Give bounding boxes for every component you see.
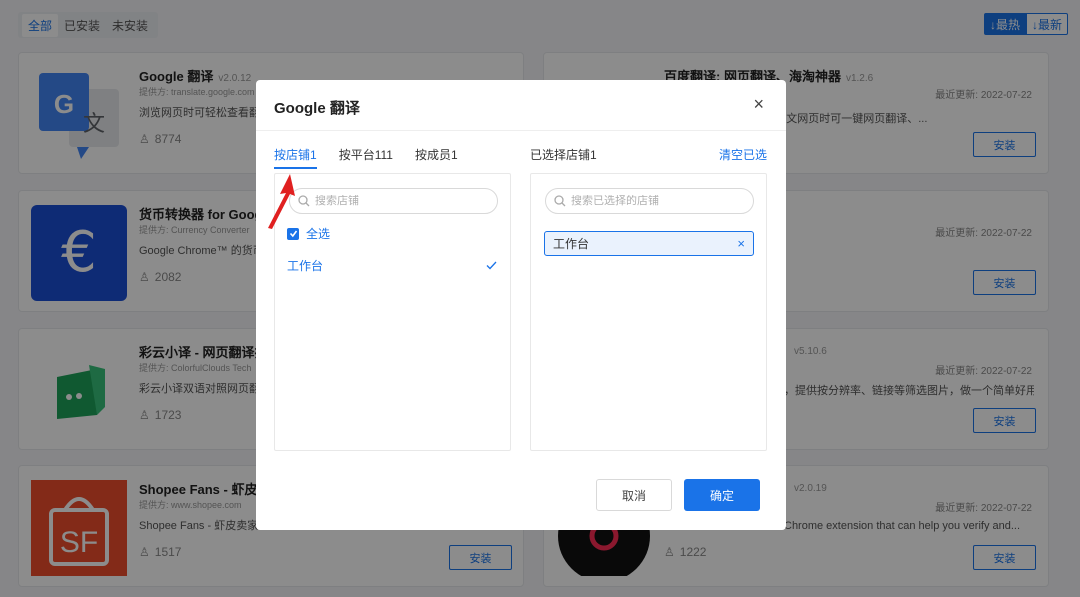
store-search-input[interactable] bbox=[315, 195, 485, 207]
close-icon[interactable]: × bbox=[753, 94, 764, 115]
tab-by-member[interactable]: 按成员1 bbox=[415, 146, 458, 169]
store-list-item[interactable]: 工作台 bbox=[287, 257, 497, 274]
remove-icon[interactable]: × bbox=[737, 236, 745, 251]
tab-by-platform[interactable]: 按平台111 bbox=[339, 146, 393, 169]
selected-store-panel: 工作台 × bbox=[530, 173, 767, 451]
confirm-button[interactable]: 确定 bbox=[684, 479, 760, 511]
check-icon bbox=[486, 261, 497, 270]
selected-search-input[interactable] bbox=[571, 195, 741, 207]
store-selection-dialog: Google 翻译 × 按店铺1 按平台111 按成员1 已选择店铺1 清空已选… bbox=[256, 80, 786, 530]
store-list-panel: 全选 工作台 bbox=[274, 173, 511, 451]
tab-by-store[interactable]: 按店铺1 bbox=[274, 146, 317, 169]
clear-selected-link[interactable]: 清空已选 bbox=[719, 146, 767, 163]
assign-tabs: 按店铺1 按平台111 按成员1 bbox=[274, 146, 458, 169]
selected-search-box[interactable] bbox=[545, 188, 754, 214]
annotation-arrow-icon bbox=[268, 174, 295, 229]
divider bbox=[256, 130, 786, 131]
store-search-box[interactable] bbox=[289, 188, 498, 214]
cancel-button[interactable]: 取消 bbox=[596, 479, 672, 511]
selected-stores-header: 已选择店铺1 bbox=[530, 148, 597, 162]
search-icon bbox=[554, 195, 566, 207]
dialog-title: Google 翻译 bbox=[274, 100, 360, 117]
selected-store-chip: 工作台 × bbox=[544, 231, 754, 256]
